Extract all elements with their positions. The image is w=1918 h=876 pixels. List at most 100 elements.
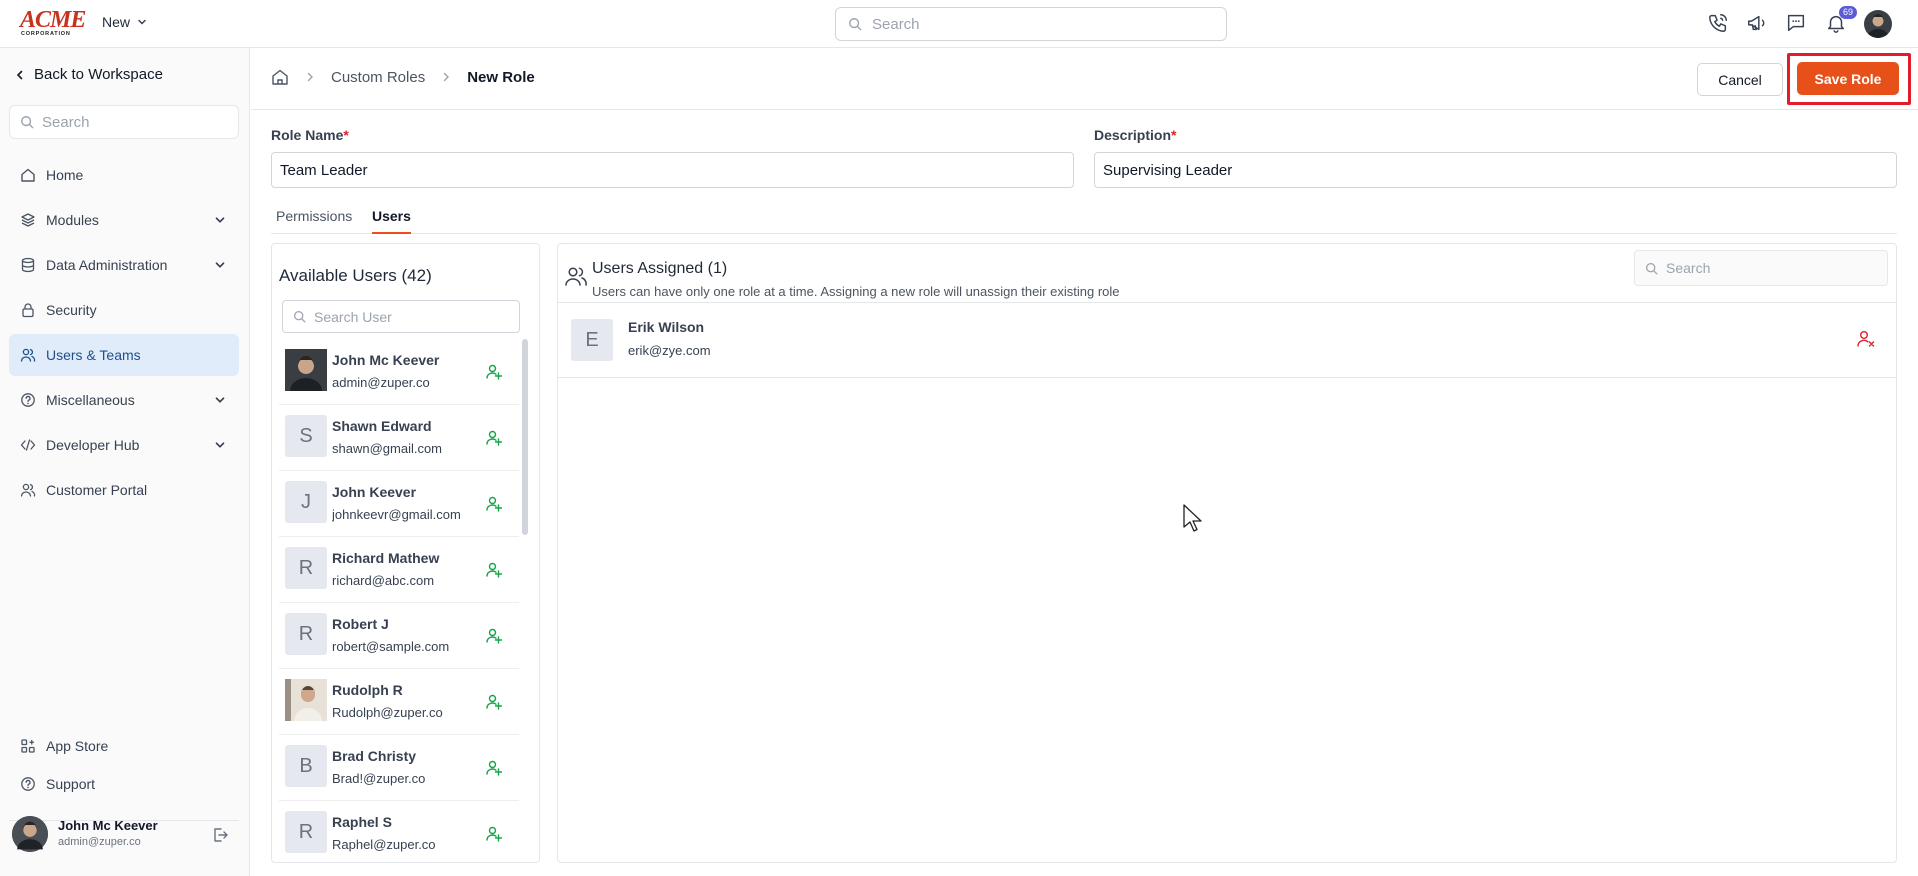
sidebar-item-label: Users & Teams (46, 347, 141, 363)
layers-icon (21, 213, 35, 227)
user-name: John Mc Keever (332, 352, 440, 368)
list-item: E Erik Wilson erik@zye.com (558, 302, 1896, 378)
sidebar-user-profile[interactable]: John Mc Keever admin@zuper.co (12, 816, 242, 856)
sidebar-search-placeholder: Search (42, 113, 90, 131)
tab-permissions[interactable]: Permissions (276, 208, 352, 232)
sidebar-item-developer-hub[interactable]: Developer Hub (9, 424, 239, 466)
tab-users[interactable]: Users (372, 208, 411, 234)
megaphone-icon[interactable] (1746, 12, 1768, 34)
sidebar-item-users-teams[interactable]: Users & Teams (9, 334, 239, 376)
remove-user-icon[interactable] (1856, 329, 1876, 349)
list-item: R Robert J robert@sample.com (279, 603, 519, 669)
chevron-left-icon (16, 70, 23, 79)
assigned-users-subtitle: Users can have only one role at a time. … (592, 284, 1120, 299)
description-input[interactable]: Supervising Leader (1094, 152, 1897, 188)
cancel-button[interactable]: Cancel (1697, 63, 1783, 96)
avatar (285, 679, 327, 721)
list-item: John Mc Keever admin@zuper.co (279, 339, 519, 405)
sidebar: Back to Workspace Search Home Modules Da… (0, 48, 250, 876)
sidebar-item-label: App Store (46, 738, 109, 754)
list-item: S Shawn Edward shawn@gmail.com (279, 405, 519, 471)
search-user-input[interactable]: Search User (282, 300, 520, 333)
add-user-icon[interactable] (485, 627, 503, 645)
avatar: B (285, 745, 327, 787)
search-icon (21, 116, 34, 129)
sidebar-item-data-administration[interactable]: Data Administration (9, 244, 239, 286)
avatar: E (571, 319, 613, 361)
add-user-icon[interactable] (485, 561, 503, 579)
search-icon (849, 18, 862, 31)
chat-icon[interactable] (1785, 12, 1807, 34)
user-email: shawn@gmail.com (332, 441, 443, 456)
sidebar-item-label: Modules (46, 212, 99, 228)
list-item: R Richard Mathew richard@abc.com (279, 537, 519, 603)
sidebar-item-label: Miscellaneous (46, 392, 135, 408)
global-search-placeholder: Search (872, 15, 920, 33)
users-icon (20, 348, 36, 362)
new-menu-button[interactable]: New (102, 14, 148, 30)
logout-icon[interactable] (211, 826, 229, 844)
list-item: R Raphel S Raphel@zuper.co (279, 801, 519, 862)
sidebar-item-home[interactable]: Home (9, 154, 239, 196)
user-avatar[interactable] (1864, 10, 1892, 38)
sidebar-item-customer-portal[interactable]: Customer Portal (9, 469, 239, 511)
available-users-title: Available Users (42) (279, 266, 432, 285)
user-name: Raphel S (332, 814, 392, 830)
available-users-scrollbar[interactable] (522, 339, 528, 535)
add-user-icon[interactable] (485, 429, 503, 447)
sidebar-user-email: admin@zuper.co (58, 836, 141, 848)
breadcrumb: Custom Roles New Role (271, 68, 535, 86)
user-email: erik@zye.com (628, 343, 711, 358)
user-name: Brad Christy (332, 748, 417, 764)
phone-icon[interactable] (1707, 12, 1729, 34)
sidebar-search-input[interactable]: Search (9, 105, 239, 139)
add-user-icon[interactable] (485, 759, 503, 777)
list-item: B Brad Christy Brad!@zuper.co (279, 735, 519, 801)
save-role-button[interactable]: Save Role (1797, 62, 1899, 95)
chevron-down-icon (215, 217, 225, 223)
sidebar-item-label: Support (46, 776, 96, 792)
sidebar-item-security[interactable]: Security (9, 289, 239, 331)
assigned-search-input[interactable]: Search (1634, 250, 1888, 286)
add-user-icon[interactable] (485, 363, 503, 381)
avatar (12, 816, 48, 852)
user-email: johnkeevr@gmail.com (332, 507, 461, 522)
user-email: Rudolph@zuper.co (332, 705, 443, 720)
users-icon (20, 483, 36, 497)
assigned-users-title: Users Assigned (1) (592, 260, 728, 277)
company-logo[interactable]: ACME CORPORATION (20, 7, 86, 37)
back-to-workspace-label: Back to Workspace (34, 66, 163, 83)
sidebar-item-support[interactable]: Support (9, 766, 239, 802)
back-to-workspace-link[interactable]: Back to Workspace (14, 66, 163, 83)
main-content: Custom Roles New Role Cancel Save Role R… (251, 48, 1918, 876)
sidebar-item-label: Data Administration (46, 257, 168, 273)
code-icon (20, 439, 36, 451)
add-user-icon[interactable] (485, 693, 503, 711)
logo-text: ACME (20, 7, 86, 33)
user-name: Shawn Edward (332, 418, 432, 434)
sidebar-item-app-store[interactable]: App Store (9, 728, 239, 764)
user-name: Robert J (332, 616, 389, 632)
sidebar-item-label: Developer Hub (46, 437, 140, 453)
user-name: Richard Mathew (332, 550, 440, 566)
breadcrumb-custom-roles[interactable]: Custom Roles (331, 69, 425, 86)
chevron-down-icon (215, 397, 225, 403)
chevron-down-icon (138, 19, 146, 25)
sidebar-item-modules[interactable]: Modules (9, 199, 239, 241)
home-icon[interactable] (271, 68, 289, 86)
database-icon (21, 257, 35, 273)
add-user-icon[interactable] (485, 495, 503, 513)
search-icon (293, 310, 306, 323)
add-user-icon[interactable] (485, 825, 503, 843)
global-search-input[interactable]: Search (835, 7, 1227, 41)
chevron-down-icon (215, 442, 225, 448)
sidebar-item-label: Security (46, 302, 97, 318)
mouse-cursor-icon (1183, 504, 1202, 532)
role-name-value: Team Leader (280, 161, 368, 179)
sidebar-item-label: Customer Portal (46, 482, 148, 498)
avatar: R (285, 811, 327, 853)
sidebar-item-miscellaneous[interactable]: Miscellaneous (9, 379, 239, 421)
role-name-input[interactable]: Team Leader (271, 152, 1074, 188)
chevron-right-icon (444, 72, 450, 82)
sidebar-user-name: John Mc Keever (58, 818, 158, 833)
